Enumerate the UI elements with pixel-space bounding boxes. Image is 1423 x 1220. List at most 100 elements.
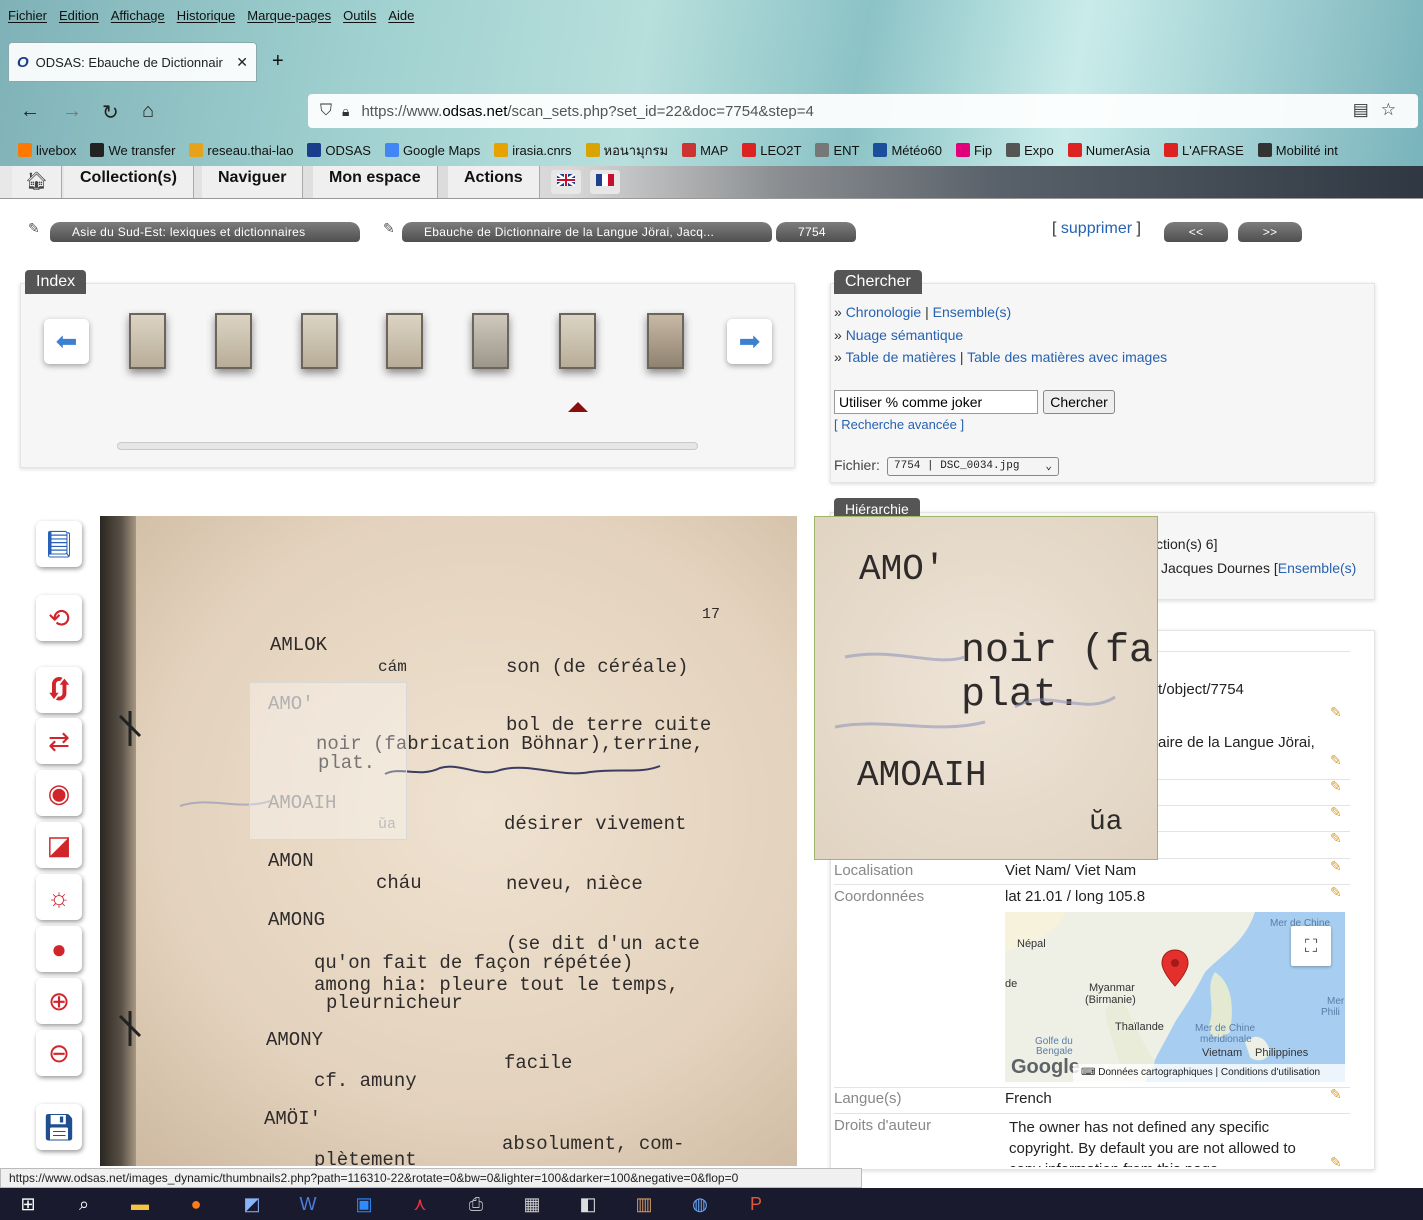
- edit-icon[interactable]: ✎: [1330, 804, 1342, 821]
- store-icon[interactable]: ◍: [672, 1194, 728, 1215]
- menu-marque-pages[interactable]: Marque-pages: [247, 8, 331, 28]
- bookmark-item[interactable]: NumerAsia: [1067, 143, 1150, 158]
- bookmark-item[interactable]: Expo: [1006, 143, 1054, 158]
- nav-collections[interactable]: Collection(s): [64, 166, 194, 198]
- nav-naviguer[interactable]: Naviguer: [202, 166, 304, 198]
- site-home-icon[interactable]: 🏠︎: [12, 166, 62, 198]
- bookmark-item[interactable]: livebox: [18, 143, 76, 158]
- breadcrumb-object-id[interactable]: 7754: [776, 222, 856, 242]
- edit-icon[interactable]: ✎: [1330, 1154, 1342, 1171]
- contrast-icon[interactable]: ◪: [36, 822, 82, 868]
- location-map[interactable]: Népal de Myanmar (Birmanie) Thaïlande Me…: [1005, 912, 1345, 1082]
- prev-object-button[interactable]: <<: [1164, 222, 1228, 242]
- menu-historique[interactable]: Historique: [177, 8, 236, 28]
- menu-affichage[interactable]: Affichage: [111, 8, 165, 28]
- browser-tab[interactable]: O ODSAS: Ebauche de Dictionnair ✕: [8, 42, 257, 82]
- ensembles-link[interactable]: Ensemble(s): [933, 304, 1012, 320]
- edit-icon[interactable]: ✎: [1330, 858, 1342, 875]
- rotate-left-icon[interactable]: ⟲: [36, 595, 82, 641]
- zoom-in-icon[interactable]: ⊕: [36, 978, 82, 1024]
- magnifier-lens[interactable]: [249, 682, 407, 840]
- nav-mon-espace[interactable]: Mon espace: [313, 166, 438, 198]
- bookmark-item[interactable]: Mobilité int: [1257, 143, 1338, 158]
- thumbnail[interactable]: [386, 313, 423, 369]
- search-icon[interactable]: ⌕: [56, 1194, 112, 1215]
- darker-icon[interactable]: ●: [36, 926, 82, 972]
- thumbnail[interactable]: [647, 313, 684, 369]
- thumbnail[interactable]: [472, 313, 509, 369]
- thumbnail[interactable]: [301, 313, 338, 369]
- bookmark-item[interactable]: We transfer: [90, 143, 175, 158]
- zoom-out-icon[interactable]: ⊖: [36, 1030, 82, 1076]
- menu-fichier[interactable]: Fichier: [8, 8, 47, 28]
- next-thumbs-arrow-icon[interactable]: ➡: [727, 319, 772, 364]
- chronologie-link[interactable]: Chronologie: [846, 304, 922, 320]
- edit-pencil-icon[interactable]: ✎: [383, 220, 395, 237]
- rotate-both-icon[interactable]: 🔄︎: [36, 667, 82, 713]
- thumbnail[interactable]: [129, 313, 166, 369]
- advanced-search-link[interactable]: [ Recherche avancée ]: [834, 417, 964, 432]
- calculator-icon[interactable]: ▦: [504, 1194, 560, 1215]
- thumbnail[interactable]: [215, 313, 252, 369]
- menu-edition[interactable]: Edition: [59, 8, 99, 28]
- table-link[interactable]: Table de matières: [845, 349, 956, 365]
- bookmark-item[interactable]: Météo60: [873, 143, 942, 158]
- map-terms-link[interactable]: Conditions d'utilisation: [1221, 1067, 1320, 1078]
- bookmark-item[interactable]: ENT: [815, 143, 859, 158]
- edit-icon[interactable]: ✎: [1330, 752, 1342, 769]
- hierarchy-ensembles-link[interactable]: Ensemble(s): [1278, 560, 1357, 576]
- bookmark-star-icon[interactable]: ☆: [1381, 100, 1408, 119]
- lighter-icon[interactable]: ☼: [36, 874, 82, 920]
- scanned-page-image[interactable]: 17 AMLOK cám son (de céréale) AMO' bol d…: [100, 516, 797, 1166]
- search-button[interactable]: Chercher: [1043, 390, 1115, 414]
- bookmark-item[interactable]: irasia.cnrs: [494, 143, 572, 158]
- zoom-icon[interactable]: ▣: [336, 1194, 392, 1215]
- word-icon[interactable]: W: [280, 1194, 336, 1215]
- fullscreen-icon[interactable]: ⛶: [1291, 926, 1331, 966]
- reload-icon[interactable]: ↻: [102, 100, 119, 125]
- library-app-icon[interactable]: ▥: [616, 1194, 672, 1215]
- bookmark-item[interactable]: Fip: [956, 143, 992, 158]
- table-images-link[interactable]: Table des matières avec images: [967, 349, 1167, 365]
- reader-view-icon[interactable]: ▤: [1353, 100, 1381, 119]
- file-explorer-icon[interactable]: ▬: [112, 1194, 168, 1215]
- fr-flag-icon[interactable]: [590, 170, 620, 194]
- powerpoint-icon[interactable]: P: [728, 1194, 784, 1215]
- back-icon[interactable]: ←: [20, 100, 40, 123]
- menu-outils[interactable]: Outils: [343, 8, 376, 28]
- thumbs-scrollbar[interactable]: [117, 442, 698, 450]
- close-tab-icon[interactable]: ✕: [236, 54, 248, 71]
- edit-icon[interactable]: ✎: [1330, 830, 1342, 847]
- firefox-icon[interactable]: ●: [168, 1194, 224, 1215]
- windows-start-icon[interactable]: ⊞: [0, 1194, 56, 1215]
- map-marker-icon[interactable]: [1160, 948, 1190, 988]
- photo-app-icon[interactable]: ◧: [560, 1194, 616, 1215]
- home-icon[interactable]: ⌂: [142, 100, 154, 123]
- prev-thumbs-arrow-icon[interactable]: ⬅: [44, 319, 89, 364]
- bookmark-item[interactable]: reseau.thai-lao: [189, 143, 293, 158]
- flip-icon[interactable]: ⇄: [36, 718, 82, 764]
- edit-icon[interactable]: ✎: [1330, 778, 1342, 795]
- url-bar[interactable]: ⛉ 🔒︎ https://www. odsas.net/scan_sets.php…: [308, 94, 1418, 128]
- next-object-button[interactable]: >>: [1238, 222, 1302, 242]
- nuage-link[interactable]: Nuage sémantique: [846, 327, 964, 343]
- invert-icon[interactable]: ◉: [36, 770, 82, 816]
- breadcrumb-collection[interactable]: Asie du Sud-Est: lexiques et dictionnair…: [50, 222, 360, 242]
- forward-icon[interactable]: →: [62, 100, 82, 123]
- breadcrumb-document[interactable]: Ebauche de Dictionnaire de la Langue Jör…: [402, 222, 772, 242]
- bookmark-item[interactable]: MAP: [682, 143, 728, 158]
- edit-icon[interactable]: ✎: [1330, 704, 1342, 721]
- edit-pencil-icon[interactable]: ✎: [28, 220, 40, 237]
- bookmark-item[interactable]: หอนามุกรม: [585, 140, 668, 161]
- delete-link[interactable]: supprimer: [1061, 220, 1132, 237]
- thumbnail-current[interactable]: [559, 313, 596, 369]
- bookmark-item[interactable]: L'AFRASE: [1164, 143, 1244, 158]
- acrobat-icon[interactable]: ⋏: [392, 1194, 448, 1215]
- search-input[interactable]: [834, 390, 1038, 414]
- bookmark-item[interactable]: LEO2T: [742, 143, 801, 158]
- bookmark-item[interactable]: Google Maps: [384, 143, 480, 158]
- bookmark-item[interactable]: ODSAS: [307, 143, 371, 158]
- keyboard-icon[interactable]: ⌨: [1081, 1067, 1095, 1078]
- edit-icon[interactable]: ✎: [1330, 884, 1342, 901]
- save-icon[interactable]: 💾︎: [36, 1104, 82, 1150]
